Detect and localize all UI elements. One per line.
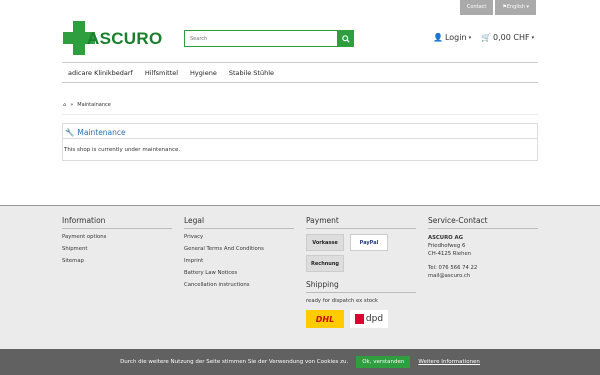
search-form (184, 30, 354, 47)
payment-paypal-badge: PayPal (350, 234, 388, 251)
breadcrumb-current: Maintainance (77, 102, 111, 108)
contact-email[interactable]: mail@ascuro.ch (428, 272, 538, 280)
cookie-accept-button[interactable]: Ok, verstanden (356, 356, 411, 368)
contact-street: Friedhofweg 6 (428, 243, 466, 249)
footer-link-shipment[interactable]: Shipment (62, 246, 172, 252)
payment-vorkasse-badge: Vorkasse (306, 234, 344, 251)
chevron-down-icon: ▾ (531, 34, 535, 41)
dpd-cube-icon (354, 314, 364, 324)
dpd-label: dpd (365, 314, 384, 324)
footer-heading: Information (62, 216, 172, 229)
cookie-more-info-link[interactable]: Weitere Informationen (418, 359, 480, 365)
contact-phone: Tel: 076 566 74 22 (428, 265, 478, 271)
footer-link-cancellation[interactable]: Cancellation instructions (184, 282, 294, 288)
search-button[interactable] (337, 30, 354, 47)
panel-header: 🔧 Maintenance (63, 124, 537, 139)
search-icon (341, 34, 350, 43)
cart-dropdown[interactable]: 🛒 0,00 CHF ▾ (481, 33, 534, 42)
footer-contact: Service-Contact ASCURO AG Friedhofweg 6 … (428, 216, 538, 280)
login-label: Login (444, 33, 467, 42)
cart-total: 0,00 CHF (493, 33, 530, 42)
footer-heading: Payment (306, 216, 416, 229)
footer-link-terms[interactable]: General Terms And Conditions (184, 246, 294, 252)
shipping-note: ready for dispatch ex stock (306, 298, 378, 304)
logo-text: ASCURO (87, 29, 163, 48)
footer-link-sitemap[interactable]: Sitemap (62, 258, 172, 264)
footer-heading: Legal (184, 216, 294, 229)
contact-company: ASCURO AG (428, 235, 463, 241)
nav-item-hygiene[interactable]: Hygiene (190, 69, 217, 77)
site-logo[interactable]: ASCURO (63, 21, 162, 55)
divider (62, 114, 538, 115)
top-utility-bar: Contact ⚑English ▾ (459, 0, 536, 15)
account-area: 👤 Login ▾ 🛒 0,00 CHF ▾ (433, 33, 534, 42)
footer-payment: Payment Vorkasse PayPal Rechnung Shippin… (306, 216, 416, 328)
shipping-logos: DHL dpd (306, 310, 416, 328)
language-selector[interactable]: ⚑English ▾ (495, 0, 536, 15)
cookie-banner: Durch die weitere Nutzung der Seite stim… (0, 349, 600, 375)
footer-link-privacy[interactable]: Privacy (184, 234, 294, 240)
footer-legal: Legal Privacy General Terms And Conditio… (184, 216, 294, 294)
chevron-down-icon: ▾ (468, 34, 472, 41)
main-nav: adicare Klinikbedarf Hilfsmittel Hygiene… (62, 62, 538, 83)
language-label: English (506, 4, 525, 10)
cart-icon: 🛒 (481, 33, 492, 42)
wrench-icon: 🔧 (65, 128, 75, 137)
nav-item-hilfsmittel[interactable]: Hilfsmittel (145, 69, 178, 77)
user-icon: 👤 (433, 33, 443, 42)
payment-row: Rechnung (306, 255, 416, 272)
footer-link-imprint[interactable]: Imprint (184, 258, 294, 264)
chevron-down-icon: ▾ (526, 4, 529, 10)
footer-link-battery-law[interactable]: Battery Law Notices (184, 270, 294, 276)
footer-information: Information Payment options Shipment Sit… (62, 216, 172, 270)
breadcrumb: ⌂ » Maintainance (63, 102, 111, 108)
nav-item-klinikbedarf[interactable]: adicare Klinikbedarf (68, 69, 133, 77)
footer-link-payment-options[interactable]: Payment options (62, 234, 172, 240)
breadcrumb-separator: » (70, 102, 74, 108)
nav-item-stabile-stuehle[interactable]: Stabile Stühle (229, 69, 274, 77)
maintenance-panel: 🔧 Maintenance This shop is currently und… (62, 123, 538, 161)
cookie-message: Durch die weitere Nutzung der Seite stim… (120, 359, 349, 365)
login-dropdown[interactable]: 👤 Login ▾ (433, 33, 471, 42)
footer-heading: Shipping (306, 280, 416, 293)
dpd-logo: dpd (350, 310, 388, 328)
payment-row: Vorkasse PayPal (306, 234, 416, 251)
contact-link[interactable]: Contact (459, 0, 494, 15)
contact-city: CH-4125 Riehen (428, 251, 472, 257)
search-input[interactable] (184, 30, 337, 47)
home-icon[interactable]: ⌂ (63, 102, 66, 108)
panel-message: This shop is currently under maintenance… (64, 147, 181, 153)
footer-heading: Service-Contact (428, 216, 538, 229)
dhl-logo: DHL (306, 310, 344, 328)
payment-rechnung-badge: Rechnung (306, 255, 344, 272)
panel-title: Maintenance (77, 128, 126, 137)
